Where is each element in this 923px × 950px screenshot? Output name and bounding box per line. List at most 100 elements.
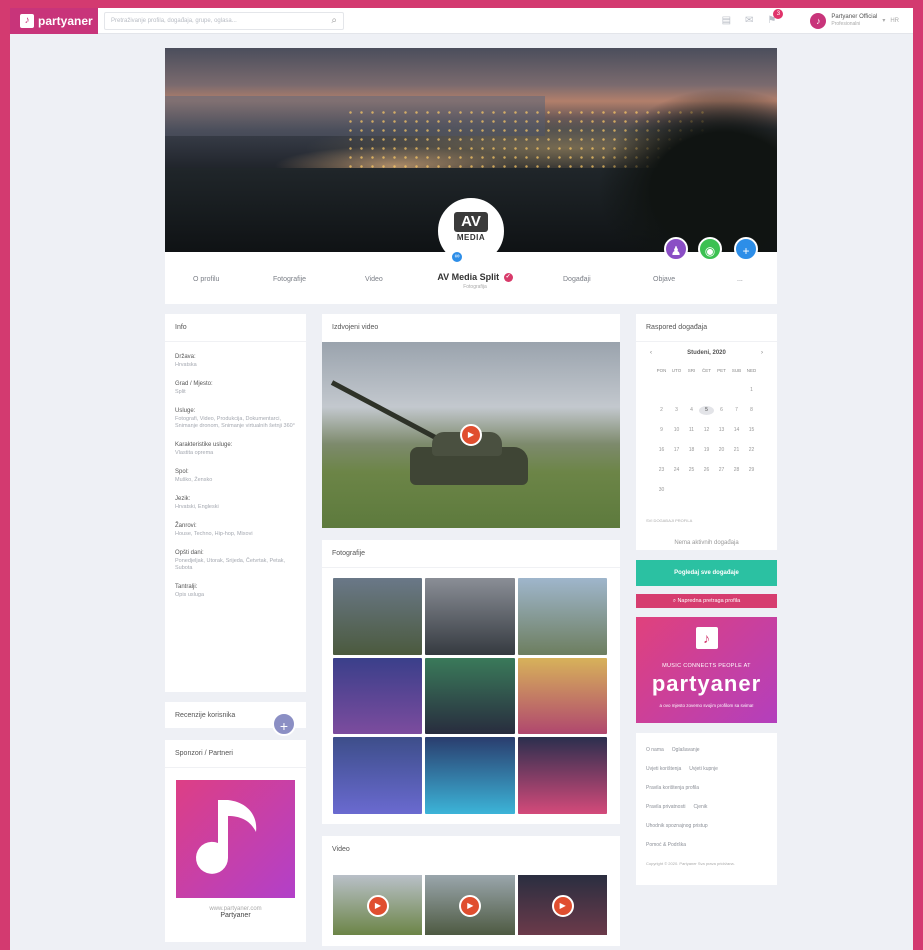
play-icon[interactable]: ▶ (459, 895, 482, 917)
profile-avatar[interactable]: AV MEDIA (438, 198, 504, 264)
footer-link[interactable]: Pomoć & Podrška (646, 842, 686, 848)
calendar-day[interactable]: 27 (714, 466, 729, 475)
calendar-day[interactable]: 6 (714, 406, 729, 415)
footer-link[interactable]: Uvjeti korištenja (646, 766, 681, 772)
gallery-photo[interactable] (425, 737, 515, 814)
follow-button[interactable]: ♟ (664, 237, 688, 261)
advanced-search-button[interactable]: ⌕ Napredna pretraga profila (636, 594, 777, 608)
footer-link[interactable]: Uhodnik spoznajnog pristup (646, 823, 708, 829)
video-thumb[interactable]: ▶ (517, 875, 607, 935)
calendar-day[interactable]: 21 (729, 446, 744, 455)
calendar-day[interactable]: 7 (729, 406, 744, 415)
calendar-day[interactable]: 19 (699, 446, 714, 455)
user-menu[interactable]: ♪ Partyaner Official Profesionalni ▾ HR (810, 12, 899, 29)
tab-video[interactable]: Video (365, 276, 383, 283)
gallery-photo[interactable] (333, 578, 423, 655)
calendar-day[interactable]: 12 (699, 426, 714, 435)
calendar-day[interactable]: 17 (669, 446, 684, 455)
calendar-day[interactable]: 30 (654, 486, 669, 495)
frame-top (0, 0, 923, 8)
footer-link[interactable]: Cjenik (693, 804, 707, 810)
play-icon[interactable]: ▶ (460, 424, 482, 446)
footer-link[interactable]: Pravila korištenja profila (646, 785, 699, 791)
photos-title: Fotografije (322, 540, 620, 568)
calendar-day[interactable]: 24 (669, 466, 684, 475)
messages-icon[interactable]: ✉ (745, 15, 753, 26)
tab-posts[interactable]: Objave (653, 276, 675, 283)
promo-banner[interactable]: ♪ MUSIC CONNECTS PEOPLE AT partyaner a o… (636, 617, 777, 723)
calendar-card: Raspored događaja ‹ Studeni, 2020 › PON U… (636, 314, 777, 550)
play-icon[interactable]: ▶ (551, 895, 574, 917)
user-name-text: Partyaner Official (831, 13, 878, 20)
tab-photos[interactable]: Fotografije (273, 276, 306, 283)
gallery-photo[interactable] (333, 657, 423, 735)
play-icon[interactable]: ▶ (367, 895, 389, 917)
calendar-next-button[interactable]: › (761, 350, 763, 356)
footer-link[interactable]: O nama (646, 747, 664, 753)
info-value: Hrvatska (175, 362, 197, 368)
language-selector[interactable]: HR (890, 18, 899, 24)
calendar-day[interactable]: 1 (744, 386, 759, 395)
footer-link[interactable]: Uvjeti kupnje (689, 766, 718, 772)
promo-tagline: MUSIC CONNECTS PEOPLE AT (662, 663, 751, 669)
search-icon[interactable]: ⌕ (331, 15, 337, 26)
calendar-day[interactable]: 4 (684, 406, 699, 415)
gallery-photo[interactable] (517, 657, 607, 735)
add-review-button[interactable]: + (272, 712, 296, 736)
calendar-day[interactable]: 8 (744, 406, 759, 415)
calendar-day[interactable]: 23 (654, 466, 669, 475)
gallery-photo[interactable] (517, 737, 607, 814)
calendar-day[interactable]: 16 (654, 446, 669, 455)
calendar-day[interactable]: 13 (714, 426, 729, 435)
calendar-weekday: SUB (731, 368, 742, 373)
calendar-prev-button[interactable]: ‹ (650, 350, 652, 356)
promo-sub: a ovo mjesto zovemo svojim profilom sa s… (659, 703, 754, 708)
featured-video-player[interactable]: ▶ (322, 342, 620, 528)
calendar-icon[interactable]: ▤ (722, 15, 731, 26)
sponsor-logo[interactable] (176, 780, 295, 898)
calendar-all-events-link[interactable]: SVI DOGAĐAJI PROFILA (646, 518, 692, 523)
calendar-day[interactable]: 29 (744, 466, 759, 475)
calendar-day[interactable]: 11 (684, 426, 699, 435)
calendar-day[interactable]: 28 (729, 466, 744, 475)
calendar-day[interactable]: 2 (654, 406, 669, 415)
top-navbar: ♪ partyaner Pretraživanje profila, događ… (10, 7, 913, 34)
view-all-events-button[interactable]: Pogledaj sve događaje (636, 560, 777, 586)
calendar-blank (699, 386, 714, 395)
calendar-day[interactable]: 10 (669, 426, 684, 435)
footer-link-row: Uvjeti korištenja Uvjeti kupnje (646, 766, 767, 772)
gallery-photo[interactable] (425, 578, 515, 655)
calendar-blank (714, 386, 729, 395)
calendar-day[interactable]: 25 (684, 466, 699, 475)
info-key: Usluge: (175, 408, 196, 414)
add-button[interactable]: + (734, 237, 758, 261)
logo[interactable]: ♪ partyaner (10, 7, 98, 34)
gallery-photo[interactable] (333, 737, 423, 814)
calendar-day[interactable]: 9 (654, 426, 669, 435)
profile-name: AV Media Split ✓ (430, 272, 520, 283)
video-thumb[interactable]: ▶ (425, 875, 515, 935)
calendar-day[interactable]: 20 (714, 446, 729, 455)
gallery-photo[interactable] (425, 657, 515, 735)
calendar-day[interactable]: 22 (744, 446, 759, 455)
calendar-day[interactable]: 18 (684, 446, 699, 455)
calendar-day[interactable]: 15 (744, 426, 759, 435)
tab-events[interactable]: Događaji (563, 276, 591, 283)
tab-about[interactable]: O profilu (193, 276, 219, 283)
avatar-logo-text: AV (454, 212, 488, 232)
bell-icon[interactable]: ⚑ 3 (767, 9, 784, 26)
calendar-day[interactable]: 3 (669, 406, 684, 415)
tab-more[interactable]: ... (737, 276, 743, 283)
calendar-day[interactable]: 26 (699, 466, 714, 475)
calendar-day[interactable]: 14 (729, 426, 744, 435)
gallery-photo[interactable] (517, 578, 607, 655)
info-key: Opšti dani: (175, 550, 204, 556)
footer-link[interactable]: Pravila privatnosti (646, 804, 685, 810)
link-icon[interactable]: ∞ (450, 250, 464, 264)
calendar-day[interactable]: 5 (699, 406, 714, 415)
sponsor-name[interactable]: Partyaner (165, 912, 306, 919)
search-input[interactable]: Pretraživanje profila, događaja, grupe, … (104, 11, 344, 30)
video-thumb[interactable]: ▶ (333, 875, 423, 935)
rss-button[interactable]: ◉ (698, 237, 722, 261)
footer-link[interactable]: Oglašavanje (672, 747, 700, 753)
